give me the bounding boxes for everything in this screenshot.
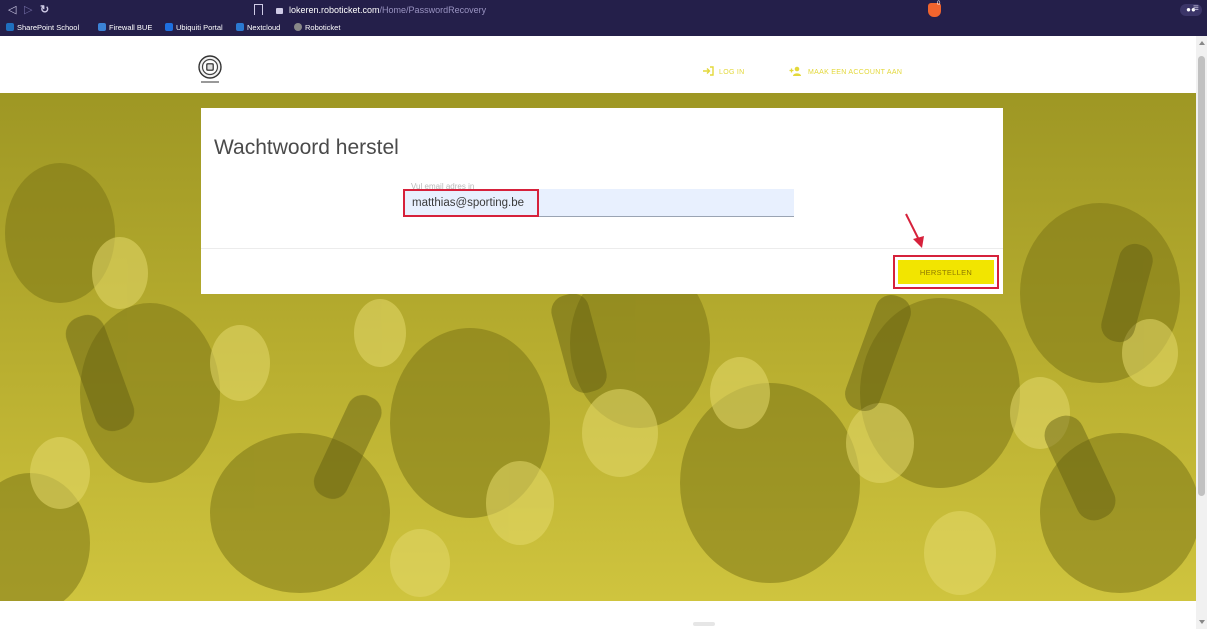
register-link[interactable]: MAAK EEN ACCOUNT AAN [789,66,902,76]
back-icon[interactable]: ◁ [8,3,16,17]
login-icon [703,66,714,76]
menu-icon[interactable]: ≡ [1193,3,1199,14]
bookmark-firewall[interactable]: Firewall BUE [98,23,152,33]
address-bar[interactable]: lokeren.roboticket.com/Home/PasswordReco… [276,3,486,17]
forward-icon[interactable]: ▷ [24,3,32,17]
url-path: /Home/PasswordRecovery [379,5,487,15]
annotation-highlight-email [403,189,539,217]
nextcloud-icon [236,23,244,31]
page-scrollbar[interactable] [1196,36,1207,629]
page-title: Wachtwoord herstel [214,136,399,159]
lock-icon [276,7,283,14]
bookmark-roboticket[interactable]: Roboticket [294,23,340,33]
login-link[interactable]: LOG IN [702,66,745,76]
club-logo[interactable] [196,54,224,86]
scroll-up-icon[interactable] [1199,41,1205,45]
globe-icon [294,23,302,31]
browser-toolbar: ◁ ▷ ↻ lokeren.roboticket.com/Home/Passwo… [0,0,1207,20]
bookmark-nextcloud[interactable]: Nextcloud [236,23,280,33]
scroll-thumb[interactable] [1198,56,1205,496]
footer-element [693,622,715,626]
bookmark-icon[interactable] [254,4,263,15]
url-domain: lokeren.roboticket.com [289,5,380,15]
reload-icon[interactable]: ↻ [40,3,49,17]
divider [201,248,1003,249]
site-header: LOG IN MAAK EEN ACCOUNT AAN [0,36,1196,93]
sharepoint-icon [6,23,14,31]
scroll-down-icon[interactable] [1199,620,1205,624]
add-user-icon [789,66,801,76]
brave-shield-count: 0 [937,1,941,7]
password-recovery-card: Wachtwoord herstel Vul email adres in HE… [201,108,1003,294]
bookmark-ubiquiti[interactable]: Ubiquiti Portal [165,23,223,33]
bookmark-sharepoint[interactable]: SharePoint School [6,23,79,33]
annotation-arrow-icon [905,213,924,248]
ubiquiti-icon [165,23,173,31]
firewall-icon [98,23,106,31]
annotation-highlight-button [893,255,999,289]
bookmarks-bar: SharePoint School Firewall BUE Ubiquiti … [0,20,1207,36]
